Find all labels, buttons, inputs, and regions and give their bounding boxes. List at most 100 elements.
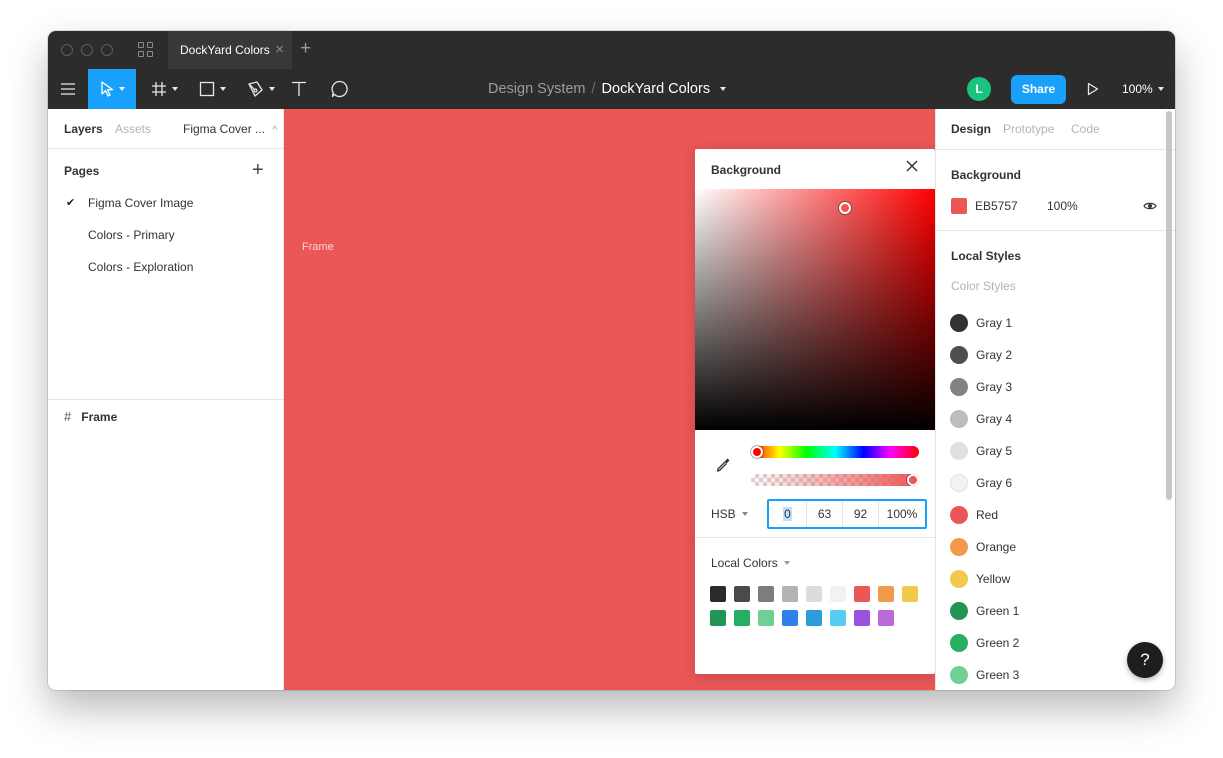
opacity-slider[interactable]	[751, 474, 919, 486]
avatar[interactable]: L	[967, 77, 991, 101]
hue-input[interactable]: 0	[769, 501, 807, 527]
color-swatch[interactable]	[710, 610, 726, 626]
style-item[interactable]: Green 2	[950, 633, 1019, 653]
file-menu-chevron-icon[interactable]	[720, 87, 727, 92]
page-item-colors-exploration[interactable]: Colors - Exploration	[88, 260, 193, 274]
color-swatch[interactable]	[830, 586, 846, 602]
page-item-colors-primary[interactable]: Colors - Primary	[88, 228, 175, 242]
file-name[interactable]: DockYard Colors	[602, 81, 711, 97]
style-item[interactable]: Gray 2	[950, 345, 1012, 365]
background-opacity-input[interactable]: 100%	[1047, 199, 1078, 213]
color-swatch[interactable]	[734, 586, 750, 602]
frame-label[interactable]: Frame	[302, 241, 334, 253]
new-tab-icon[interactable]: +	[300, 39, 311, 59]
style-item[interactable]: Gray 4	[950, 409, 1012, 429]
scrollbar[interactable]	[1166, 111, 1172, 500]
color-swatch[interactable]	[782, 610, 798, 626]
hue-slider[interactable]	[751, 446, 919, 458]
opacity-slider-knob[interactable]	[907, 474, 919, 486]
file-tab[interactable]: DockYard Colors ×	[168, 31, 292, 69]
background-fill-row: EB5757 100%	[951, 198, 1161, 214]
tab-design[interactable]: Design	[951, 122, 991, 136]
style-name: Gray 6	[976, 476, 1013, 490]
color-swatch[interactable]	[854, 610, 870, 626]
style-color-dot	[950, 506, 968, 524]
style-name: Green 2	[976, 636, 1020, 650]
style-item[interactable]: Red	[950, 505, 998, 525]
color-swatch[interactable]	[758, 586, 774, 602]
hue-slider-knob[interactable]	[751, 446, 763, 458]
main-menu-icon[interactable]	[48, 69, 88, 109]
minimize-window-button[interactable]	[81, 44, 93, 56]
share-button[interactable]: Share	[1011, 75, 1066, 104]
frame-tool-button[interactable]	[144, 69, 184, 109]
style-item[interactable]: Gray 6	[950, 473, 1012, 493]
page-item-figma-cover-image[interactable]: Figma Cover Image	[88, 196, 193, 210]
hue-value: 0	[783, 507, 792, 521]
saturation-brightness-area[interactable]	[695, 189, 935, 430]
color-swatch[interactable]	[902, 586, 918, 602]
color-swatch[interactable]	[710, 586, 726, 602]
style-item[interactable]: Green 3	[950, 665, 1019, 685]
style-item[interactable]: Gray 1	[950, 313, 1012, 333]
color-swatch[interactable]	[806, 610, 822, 626]
style-name: Red	[976, 508, 999, 522]
tab-layers[interactable]: Layers	[64, 122, 103, 136]
style-item[interactable]: Green 1	[950, 601, 1019, 621]
tab-code[interactable]: Code	[1071, 122, 1100, 136]
text-tool-icon	[292, 81, 306, 96]
project-name[interactable]: Design System	[488, 81, 586, 97]
pen-tool-button[interactable]	[240, 69, 280, 109]
background-swatch[interactable]	[951, 198, 967, 214]
style-item[interactable]: Yellow	[950, 569, 1010, 589]
picker-divider	[695, 537, 935, 538]
color-swatch[interactable]	[782, 586, 798, 602]
frame-hash-icon	[151, 82, 166, 96]
opacity-input[interactable]: 100%	[879, 501, 925, 527]
close-icon[interactable]	[905, 159, 919, 178]
color-mode-dropdown[interactable]: HSB	[711, 507, 748, 521]
color-swatch[interactable]	[758, 610, 774, 626]
frame-hash-icon: #	[64, 409, 72, 424]
eye-icon[interactable]	[1143, 200, 1157, 214]
file-browser-grid-icon[interactable]	[138, 42, 154, 58]
style-color-dot	[950, 602, 968, 620]
page-selector[interactable]: Figma Cover ... ^	[183, 122, 277, 136]
layer-item-frame[interactable]: # Frame	[64, 409, 117, 424]
tab-assets[interactable]: Assets	[115, 122, 151, 136]
style-item[interactable]: Orange	[950, 537, 1016, 557]
text-tool-button[interactable]	[286, 69, 312, 109]
color-mode-label: HSB	[711, 507, 736, 521]
color-swatch[interactable]	[878, 586, 894, 602]
comment-tool-button[interactable]	[326, 69, 354, 109]
style-name: Gray 5	[976, 444, 1013, 458]
color-swatch[interactable]	[878, 610, 894, 626]
color-swatch[interactable]	[830, 610, 846, 626]
zoom-dropdown[interactable]: 100%	[1122, 69, 1164, 109]
panel-divider[interactable]	[48, 399, 283, 400]
style-item[interactable]: Gray 5	[950, 441, 1012, 461]
background-hex-input[interactable]: EB5757	[975, 199, 1018, 213]
move-tool-button[interactable]	[88, 69, 136, 109]
style-color-dot	[950, 538, 968, 556]
add-page-icon[interactable]: +	[252, 160, 264, 180]
color-swatch[interactable]	[734, 610, 750, 626]
color-picker: Background HSB 0 63 92 100% Local Colors	[695, 149, 935, 674]
color-handle[interactable]	[839, 202, 851, 214]
eyedropper-icon[interactable]	[715, 457, 731, 478]
saturation-input[interactable]: 63	[807, 501, 843, 527]
close-tab-icon[interactable]: ×	[275, 31, 284, 69]
style-item[interactable]: Gray 3	[950, 377, 1012, 397]
local-colors-dropdown[interactable]: Local Colors	[711, 556, 790, 570]
close-window-button[interactable]	[61, 44, 73, 56]
help-button[interactable]: ?	[1127, 642, 1163, 678]
left-panel: Layers Assets Figma Cover ... ^ Pages + …	[48, 109, 284, 690]
zoom-window-button[interactable]	[101, 44, 113, 56]
shape-tool-button[interactable]	[192, 69, 232, 109]
present-play-icon[interactable]	[1087, 82, 1099, 101]
page-selector-label: Figma Cover ...	[183, 122, 266, 136]
tab-prototype[interactable]: Prototype	[1003, 122, 1054, 136]
color-swatch[interactable]	[854, 586, 870, 602]
color-swatch[interactable]	[806, 586, 822, 602]
brightness-input[interactable]: 92	[843, 501, 879, 527]
